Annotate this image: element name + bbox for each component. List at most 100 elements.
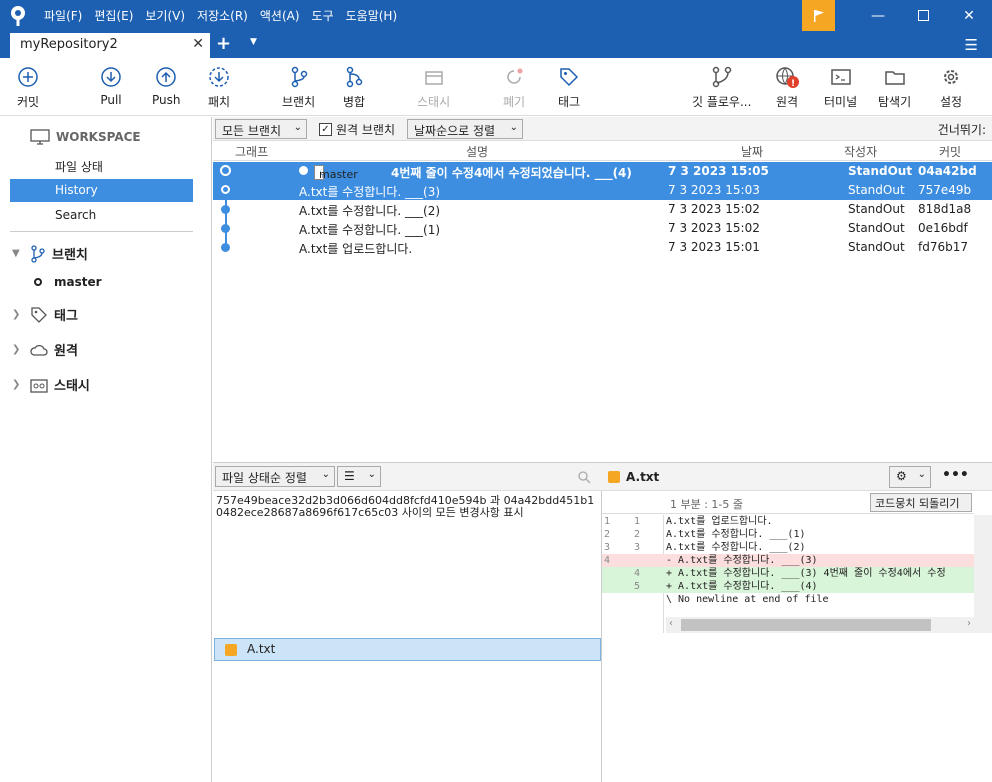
horizontal-scrollbar[interactable]: ‹ ›: [666, 617, 974, 633]
scroll-left-icon[interactable]: ‹: [669, 618, 673, 629]
minimize-button[interactable]: —: [855, 0, 901, 31]
commit-hash: 04a42bd: [918, 164, 977, 178]
commit-icon: [18, 67, 38, 87]
commit-description: A.txt를 수정합니다. ___(2): [299, 204, 441, 218]
vertical-scrollbar[interactable]: [974, 515, 992, 633]
commit-date: 7 3 2023 15:05: [668, 164, 769, 178]
table-row[interactable]: ⑂ master 4번째 줄이 수정4에서 수정되었습니다. ___(4) 7 3…: [213, 162, 992, 181]
column-description[interactable]: 설명: [466, 143, 488, 160]
table-row[interactable]: A.txt를 수정합니다. ___(2) 7 3 2023 15:02 Stan…: [213, 200, 992, 219]
gear-icon: ⚙: [896, 469, 907, 483]
chevron-right-icon: ❯: [12, 344, 21, 355]
commit-hash: 757e49b: [918, 183, 972, 197]
flag-button[interactable]: [802, 0, 835, 31]
column-author[interactable]: 작성자: [844, 143, 877, 160]
push-button[interactable]: Push: [152, 66, 181, 107]
menu-actions[interactable]: 액션(A): [260, 7, 300, 24]
comparison-description: 757e49beace32d2b3d066d604dd8fcfd410e594b…: [216, 494, 595, 519]
close-window-button[interactable]: ✕: [946, 0, 992, 31]
stash-icon: [424, 71, 443, 85]
diff-options-dropdown[interactable]: ⚙ ⌄: [889, 466, 931, 488]
diff-panel: A.txt ⚙ ⌄ ••• 1 부분 : 1-5 줄 코드뭉치 되돌리기 11 …: [602, 462, 992, 782]
tag-icon: [560, 68, 579, 87]
more-options-icon[interactable]: •••: [942, 467, 969, 483]
sidebar-item-file-status[interactable]: 파일 상태: [10, 154, 193, 177]
table-row[interactable]: A.txt를 수정합니다. ___(1) 7 3 2023 15:02 Stan…: [213, 219, 992, 238]
commit-author: StandOut: [848, 183, 905, 197]
git-flow-icon: [712, 66, 731, 88]
git-flow-button[interactable]: 깃 플로우...: [692, 66, 751, 110]
graph-node-icon: [221, 224, 230, 233]
column-commit[interactable]: 커밋: [939, 143, 961, 160]
table-row[interactable]: A.txt를 수정합니다. ___(3) 7 3 2023 15:03 Stan…: [213, 181, 992, 200]
commit-date: 7 3 2023 15:01: [668, 240, 760, 254]
monitor-icon: [30, 129, 50, 145]
sidebar-section-stashes[interactable]: ❯ 스태시: [12, 375, 90, 394]
search-icon[interactable]: [578, 471, 591, 484]
all-branches-dropdown[interactable]: 모든 브랜치 ⌄: [215, 119, 307, 139]
commit-date: 7 3 2023 15:03: [668, 183, 760, 197]
view-mode-dropdown[interactable]: ☰ ⌄: [337, 466, 381, 487]
menu-repository[interactable]: 저장소(R): [197, 7, 248, 24]
sidebar-branch-master[interactable]: master: [34, 275, 102, 289]
fetch-button[interactable]: 패치: [208, 66, 230, 110]
column-graph[interactable]: 그래프: [235, 143, 268, 160]
sidebar: WORKSPACE 파일 상태 History Search ▼ 브랜치 mas…: [0, 117, 212, 782]
table-row[interactable]: A.txt를 업로드합니다. 7 3 2023 15:01 StandOut f…: [213, 238, 992, 257]
commit-author: StandOut: [848, 202, 905, 216]
file-name: A.txt: [247, 642, 276, 656]
merge-icon: [346, 66, 363, 88]
menu-view[interactable]: 보기(V): [145, 7, 185, 24]
sidebar-section-branches[interactable]: ▼ 브랜치: [12, 244, 88, 263]
explorer-button[interactable]: 탐색기: [878, 66, 911, 110]
hunk-range: 1 부분 : 1-5 줄: [670, 498, 744, 511]
tab-dropdown-icon[interactable]: ▼: [250, 37, 257, 47]
sidebar-section-tags[interactable]: ❯ 태그: [12, 305, 78, 324]
pull-button[interactable]: Pull: [100, 66, 122, 107]
discard-button[interactable]: 폐기: [503, 66, 525, 110]
branch-button[interactable]: 브랜치: [282, 66, 315, 110]
new-tab-icon[interactable]: +: [216, 33, 231, 54]
graph-node-icon: [220, 165, 231, 176]
graph-node-icon: [221, 205, 230, 214]
maximize-button[interactable]: [900, 0, 946, 31]
commit-hash: 818d1a8: [918, 202, 972, 216]
merge-button[interactable]: 병합: [343, 66, 365, 110]
chevron-down-icon: ▼: [12, 248, 20, 259]
scrollbar-thumb[interactable]: [681, 619, 931, 631]
tab-close-icon[interactable]: ✕: [192, 36, 204, 52]
menu-edit[interactable]: 편집(E): [94, 7, 133, 24]
menu-file[interactable]: 파일(F): [44, 7, 82, 24]
remote-button[interactable]: ! 원격: [775, 66, 799, 110]
stash-button[interactable]: 스태시: [417, 66, 450, 110]
sort-dropdown[interactable]: 날짜순으로 정렬 ⌄: [407, 119, 523, 139]
history-column-header: 그래프 설명 날짜 작성자 커밋: [213, 141, 992, 161]
sidebar-item-history[interactable]: History: [10, 179, 193, 202]
commit-button[interactable]: 커밋: [17, 66, 39, 110]
scroll-right-icon[interactable]: ›: [967, 618, 971, 629]
chevron-down-icon: ⌄: [293, 122, 302, 133]
commit-author: StandOut: [848, 240, 905, 254]
title-bar: 파일(F) 편집(E) 보기(V) 저장소(R) 액션(A) 도구 도움말(H)…: [0, 0, 992, 31]
sidebar-item-search[interactable]: Search: [10, 204, 193, 227]
tag-button[interactable]: 태그: [558, 66, 580, 110]
settings-button[interactable]: 설정: [940, 66, 962, 110]
branch-icon: [291, 66, 307, 88]
menu-help[interactable]: 도움말(H): [346, 7, 398, 24]
hamburger-menu-icon[interactable]: ☰: [965, 36, 978, 54]
chevron-down-icon: ⌄: [509, 122, 518, 133]
repository-tab[interactable]: myRepository2 ✕: [10, 33, 210, 58]
diff-line: \ No newline at end of file: [666, 594, 829, 605]
remote-branches-checkbox[interactable]: ✓ 원격 브랜치: [319, 121, 395, 138]
terminal-button[interactable]: 터미널: [824, 66, 857, 110]
sidebar-section-remotes[interactable]: ❯ 원격: [12, 340, 78, 359]
menu-tools[interactable]: 도구: [312, 7, 334, 24]
file-sort-dropdown[interactable]: 파일 상태순 정렬 ⌄: [215, 466, 335, 487]
commit-description: A.txt를 수정합니다. ___(1): [299, 223, 441, 237]
globe-alert-icon: !: [776, 67, 799, 88]
revert-hunk-button[interactable]: 코드뭉치 되돌리기: [870, 493, 972, 512]
column-date[interactable]: 날짜: [741, 143, 763, 160]
terminal-icon: [830, 69, 851, 85]
list-item[interactable]: A.txt: [214, 638, 601, 661]
chevron-down-icon: ⌄: [917, 469, 926, 480]
